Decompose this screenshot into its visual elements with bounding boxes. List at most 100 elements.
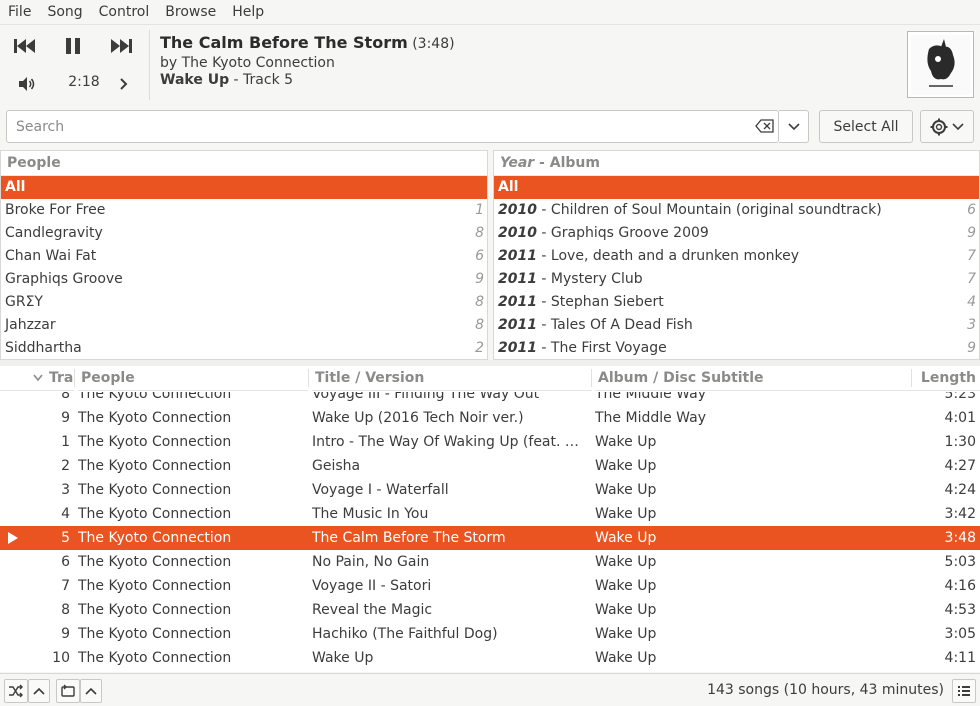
people-item[interactable]: Broke For Free 1 <box>1 199 487 222</box>
album-item[interactable]: 2011 - The First Voyage 9 <box>494 337 979 359</box>
table-row[interactable]: 10 The Kyoto Connection Wake Up Wake Up 4:11 <box>0 646 980 670</box>
people-item-all[interactable]: All <box>1 176 487 199</box>
chevron-down-icon <box>787 122 800 130</box>
people-item[interactable]: GRΣY 8 <box>1 291 487 314</box>
people-count: 8 <box>475 317 484 333</box>
shuffle-options-button[interactable] <box>28 679 50 703</box>
skip-forward-icon <box>111 39 132 53</box>
people-item[interactable]: Siddhartha 2 <box>1 337 487 359</box>
album-year: 2010 <box>498 225 537 241</box>
menu-file[interactable]: File <box>8 4 31 20</box>
menu-help[interactable]: Help <box>232 4 264 20</box>
track-people: The Kyoto Connection <box>78 602 232 618</box>
people-count: 9 <box>475 271 484 287</box>
browser-settings-button[interactable] <box>920 110 974 143</box>
column-header-length[interactable]: Length <box>915 366 980 391</box>
track-title: Reveal the Magic <box>312 602 433 618</box>
people-item[interactable]: Candlegravity 8 <box>1 222 487 245</box>
table-row[interactable]: 1 The Kyoto Connection Intro - The Way Of … <box>0 430 980 454</box>
table-row-now-playing[interactable]: 5 The Kyoto Connection The Calm Before The… <box>0 526 980 550</box>
album-item-all[interactable]: All <box>494 176 979 199</box>
track-title: The Music In You <box>312 506 429 522</box>
search-input[interactable] <box>7 111 747 142</box>
track-number: 9 <box>61 626 70 642</box>
track-title: Voyage III - The Space Between Us <box>312 670 587 672</box>
album-cover[interactable] <box>907 31 974 98</box>
chevron-down-icon <box>952 122 964 130</box>
people-count: 6 <box>475 248 484 264</box>
track-number: 6 <box>61 554 70 570</box>
playback-controls: 2:18 <box>0 26 150 102</box>
track-album: Wake Up <box>595 578 657 594</box>
track-people: The Kyoto Connection <box>78 650 232 666</box>
table-row[interactable]: 9 The Kyoto Connection Hachiko (The Faithf… <box>0 622 980 646</box>
people-item[interactable]: Chan Wai Fat 6 <box>1 245 487 268</box>
album-art-image <box>910 34 971 95</box>
volume-button[interactable] <box>14 74 40 94</box>
table-row[interactable]: 8 The Kyoto Connection Reveal the Magic Wak… <box>0 598 980 622</box>
pause-button[interactable] <box>58 34 88 58</box>
repeat-button[interactable] <box>56 679 80 703</box>
by-prefix: by <box>160 55 178 71</box>
column-divider <box>591 369 592 387</box>
queue-toggle-button[interactable] <box>952 679 976 703</box>
menu-browse[interactable]: Browse <box>165 4 216 20</box>
repeat-options-button[interactable] <box>80 679 102 703</box>
album-item[interactable]: 2010 - Graphiqs Groove 2009 9 <box>494 222 979 245</box>
track-number: 1 <box>61 434 70 450</box>
menu-song[interactable]: Song <box>47 4 82 20</box>
table-row[interactable]: 11 The Kyoto Connection Voyage III - The S… <box>0 670 980 672</box>
album-item[interactable]: 2011 - Mystery Club 7 <box>494 268 979 291</box>
album-item[interactable]: 2011 - Tales Of A Dead Fish 3 <box>494 314 979 337</box>
table-row[interactable]: 6 The Kyoto Connection No Pain, No Gain Wak… <box>0 550 980 574</box>
people-name: GRΣY <box>5 294 43 310</box>
column-header-title[interactable]: Title / Version <box>312 366 592 391</box>
column-label-track: Tra <box>49 370 74 386</box>
track-album: Wake Up <box>595 530 657 546</box>
album-item[interactable]: 2011 - Stephan Siebert 4 <box>494 291 979 314</box>
next-button[interactable] <box>106 34 136 58</box>
column-header-people[interactable]: People <box>78 366 308 391</box>
select-all-button[interactable]: Select All <box>819 110 913 143</box>
shuffle-button[interactable] <box>4 679 28 703</box>
table-row[interactable]: 8 The Kyoto Connection Voyage III - Findin… <box>0 392 980 406</box>
column-header-album[interactable]: Album / Disc Subtitle <box>595 366 915 391</box>
track-album: Wake Up <box>595 602 657 618</box>
search-history-dropdown[interactable] <box>779 110 809 143</box>
shuffle-icon <box>9 684 23 698</box>
track-album: The Middle Way <box>595 410 706 426</box>
track-length: 5:23 <box>944 392 976 402</box>
track-people: The Kyoto Connection <box>78 392 232 402</box>
volume-icon <box>19 77 35 91</box>
table-row[interactable]: 2 The Kyoto Connection Geisha Wake Up 4:27 <box>0 454 980 478</box>
menu-control[interactable]: Control <box>99 4 150 20</box>
album-item[interactable]: 2010 - Children of Soul Mountain (origin… <box>494 199 979 222</box>
track-number: 3 <box>61 482 70 498</box>
album-count: 9 <box>967 225 976 241</box>
people-item[interactable]: Graphiqs Groove 9 <box>1 268 487 291</box>
column-header-track[interactable]: Tra <box>0 366 74 391</box>
track-album: Wake Up <box>595 458 657 474</box>
album-name: - Graphiqs Groove 2009 <box>536 225 709 241</box>
album-pane-header[interactable]: Year - Album <box>494 151 979 176</box>
table-row[interactable]: 9 The Kyoto Connection Wake Up (2016 Tech … <box>0 406 980 430</box>
playing-icon <box>8 532 18 544</box>
track-length: 3:05 <box>944 626 976 642</box>
song-list: Tra People Title / Version Album / Disc … <box>0 366 980 672</box>
menu-bar: File Song Control Browse Help <box>0 0 980 25</box>
people-pane-header[interactable]: People <box>1 151 487 176</box>
clear-search-button[interactable] <box>755 119 777 135</box>
track-length: 3:42 <box>944 506 976 522</box>
table-row[interactable]: 7 The Kyoto Connection Voyage II - Satori W… <box>0 574 980 598</box>
people-item[interactable]: Jahzzar 8 <box>1 314 487 337</box>
album-name: - Mystery Club <box>536 271 643 287</box>
people-count: 8 <box>475 225 484 241</box>
table-row[interactable]: 4 The Kyoto Connection The Music In You Wak… <box>0 502 980 526</box>
track-length: 5:03 <box>944 554 976 570</box>
seek-forward-button[interactable] <box>114 74 134 94</box>
song-album: Wake Up <box>160 72 230 88</box>
album-item[interactable]: 2011 - Love, death and a drunken monkey 7 <box>494 245 979 268</box>
skip-back-icon <box>14 39 35 53</box>
previous-button[interactable] <box>10 34 40 58</box>
table-row[interactable]: 3 The Kyoto Connection Voyage I - Waterfal… <box>0 478 980 502</box>
